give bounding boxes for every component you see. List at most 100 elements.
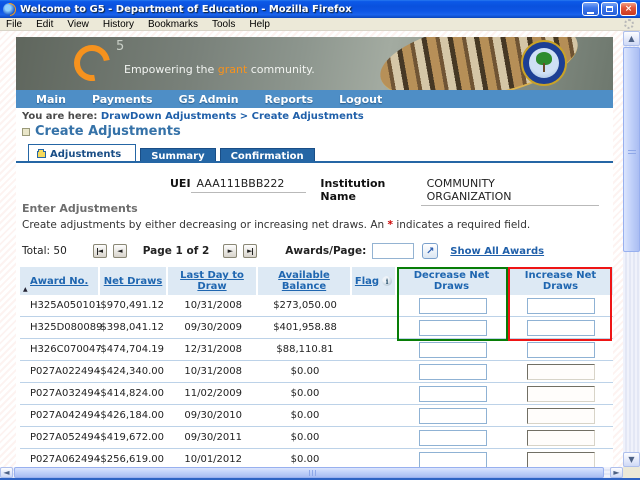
scrollbar-corner [623,467,640,478]
header-last-day[interactable]: Last Day to Draw [168,267,258,295]
decrease-input[interactable] [419,364,487,380]
header-decrease-net-draws: Decrease Net Draws [397,267,508,295]
increase-input[interactable] [527,364,595,380]
decrease-input[interactable] [419,298,487,314]
institution-name-label: Institution Name [320,177,420,203]
header-flag[interactable]: Flagi [352,267,397,295]
browser-viewport: 5 Empowering the grant community. Main P… [0,31,623,467]
restore-button[interactable] [601,2,618,16]
menu-tools[interactable]: Tools [212,19,235,30]
last-day-cell: 10/31/2008 [168,300,258,311]
available-balance-cell: $401,958.88 [258,322,352,333]
section-heading: Enter Adjustments [22,202,138,215]
scroll-down-arrow[interactable]: ▼ [623,452,640,467]
last-day-cell: 12/31/2008 [168,344,258,355]
available-balance-cell: $0.00 [258,388,352,399]
close-button[interactable]: × [620,2,637,16]
nav-reports[interactable]: Reports [265,93,314,106]
header-available-balance[interactable]: Available Balance [258,267,352,295]
increase-input[interactable] [527,298,595,314]
available-balance-cell: $273,050.00 [258,300,352,311]
last-day-cell: 10/01/2012 [168,454,258,465]
decrease-input[interactable] [419,430,487,446]
decrease-input[interactable] [419,408,487,424]
increase-input[interactable] [527,452,595,468]
tab-icon [37,151,46,158]
window-controls: × [582,2,637,16]
nav-payments[interactable]: Payments [92,93,153,106]
last-page-button[interactable]: ► [243,244,257,258]
table-header-row: ▲Award No. Net Draws Last Day to Draw Av… [20,267,613,295]
firefox-window: Welcome to G5 - Department of Education … [0,0,640,480]
last-day-cell: 11/02/2009 [168,388,258,399]
increase-input[interactable] [527,342,595,358]
header-net-draws[interactable]: Net Draws [100,267,168,295]
breadcrumb: You are here: DrawDown Adjustments > Cre… [22,111,364,122]
award-no-cell: P027A052494 [20,432,100,443]
show-all-awards-link[interactable]: Show All Awards [450,246,544,257]
increase-input[interactable] [527,408,595,424]
dept-of-education-seal-icon [521,40,567,86]
increase-input[interactable] [527,386,595,402]
nav-g5-admin[interactable]: G5 Admin [179,93,239,106]
g5-banner: 5 Empowering the grant community. [16,37,613,90]
menu-history[interactable]: History [103,19,134,30]
decrease-input[interactable] [419,320,487,336]
go-button[interactable]: ↗ [422,243,438,259]
scroll-left-arrow[interactable]: ◄ [0,467,13,478]
table-row: H325A050101 -$970,491.12 10/31/2008 $273… [20,295,613,317]
net-draws-cell: -$424,340.00 [100,366,168,377]
uei-value: AAA111BBB222 [191,177,307,193]
awards-per-page-input[interactable] [372,243,414,259]
net-draws-cell: -$256,619.00 [100,454,168,465]
available-balance-cell: $0.00 [258,432,352,443]
menu-file[interactable]: File [6,19,22,30]
scroll-up-arrow[interactable]: ▲ [623,31,640,46]
uei-label: UEI [170,177,191,190]
table-row: P027A052494 -$419,672.00 09/30/2011 $0.0… [20,427,613,449]
nav-main[interactable]: Main [36,93,66,106]
page-indicator: Page 1 of 2 [143,245,210,257]
horizontal-scrollbar[interactable]: ◄ ► [0,467,623,478]
increase-input[interactable] [527,430,595,446]
decrease-input[interactable] [419,452,487,468]
menu-edit[interactable]: Edit [36,19,53,30]
page-content: 5 Empowering the grant community. Main P… [16,37,613,467]
decrease-input[interactable] [419,342,487,358]
main-navigation: Main Payments G5 Admin Reports Logout [16,90,613,108]
sort-asc-icon: ▲ [23,286,28,293]
throbber-icon [624,19,634,29]
header-award-no[interactable]: ▲Award No. [20,267,100,295]
pagination-bar: Total: 50 ◄ ◄ Page 1 of 2 ► ► Awards/Pag… [22,242,619,260]
menu-bookmarks[interactable]: Bookmarks [148,19,198,30]
tab-underline [16,161,613,163]
available-balance-cell: $88,110.81 [258,344,352,355]
vertical-scroll-thumb[interactable] [623,47,640,252]
horizontal-scroll-thumb[interactable] [14,467,604,478]
next-page-button[interactable]: ► [223,244,237,258]
awards-per-page-label: Awards/Page: [285,245,366,257]
firefox-icon [3,3,16,16]
net-draws-cell: -$414,824.00 [100,388,168,399]
info-icon[interactable]: i [382,276,392,286]
award-no-cell: H325D080089 [20,322,100,333]
g5-logo-icon [67,38,117,88]
menu-view[interactable]: View [67,19,89,30]
nav-logout[interactable]: Logout [339,93,382,106]
minimize-button[interactable] [582,2,599,16]
previous-page-button[interactable]: ◄ [113,244,127,258]
menu-help[interactable]: Help [249,19,270,30]
award-no-cell: H325A050101 [20,300,100,311]
vertical-scrollbar[interactable]: ▲ ▼ [623,31,640,467]
instruction-text: Create adjustments by either decreasing … [22,219,530,231]
scroll-right-arrow[interactable]: ► [610,467,623,478]
adjustments-table: ▲Award No. Net Draws Last Day to Draw Av… [20,267,613,467]
decrease-input[interactable] [419,386,487,402]
award-no-cell: H326C070047 [20,344,100,355]
first-page-button[interactable]: ◄ [93,244,107,258]
increase-input[interactable] [527,320,595,336]
last-day-cell: 10/31/2008 [168,366,258,377]
table-body: H325A050101 -$970,491.12 10/31/2008 $273… [20,295,613,467]
total-count: Total: 50 [22,245,67,257]
table-row: P027A022494 -$424,340.00 10/31/2008 $0.0… [20,361,613,383]
